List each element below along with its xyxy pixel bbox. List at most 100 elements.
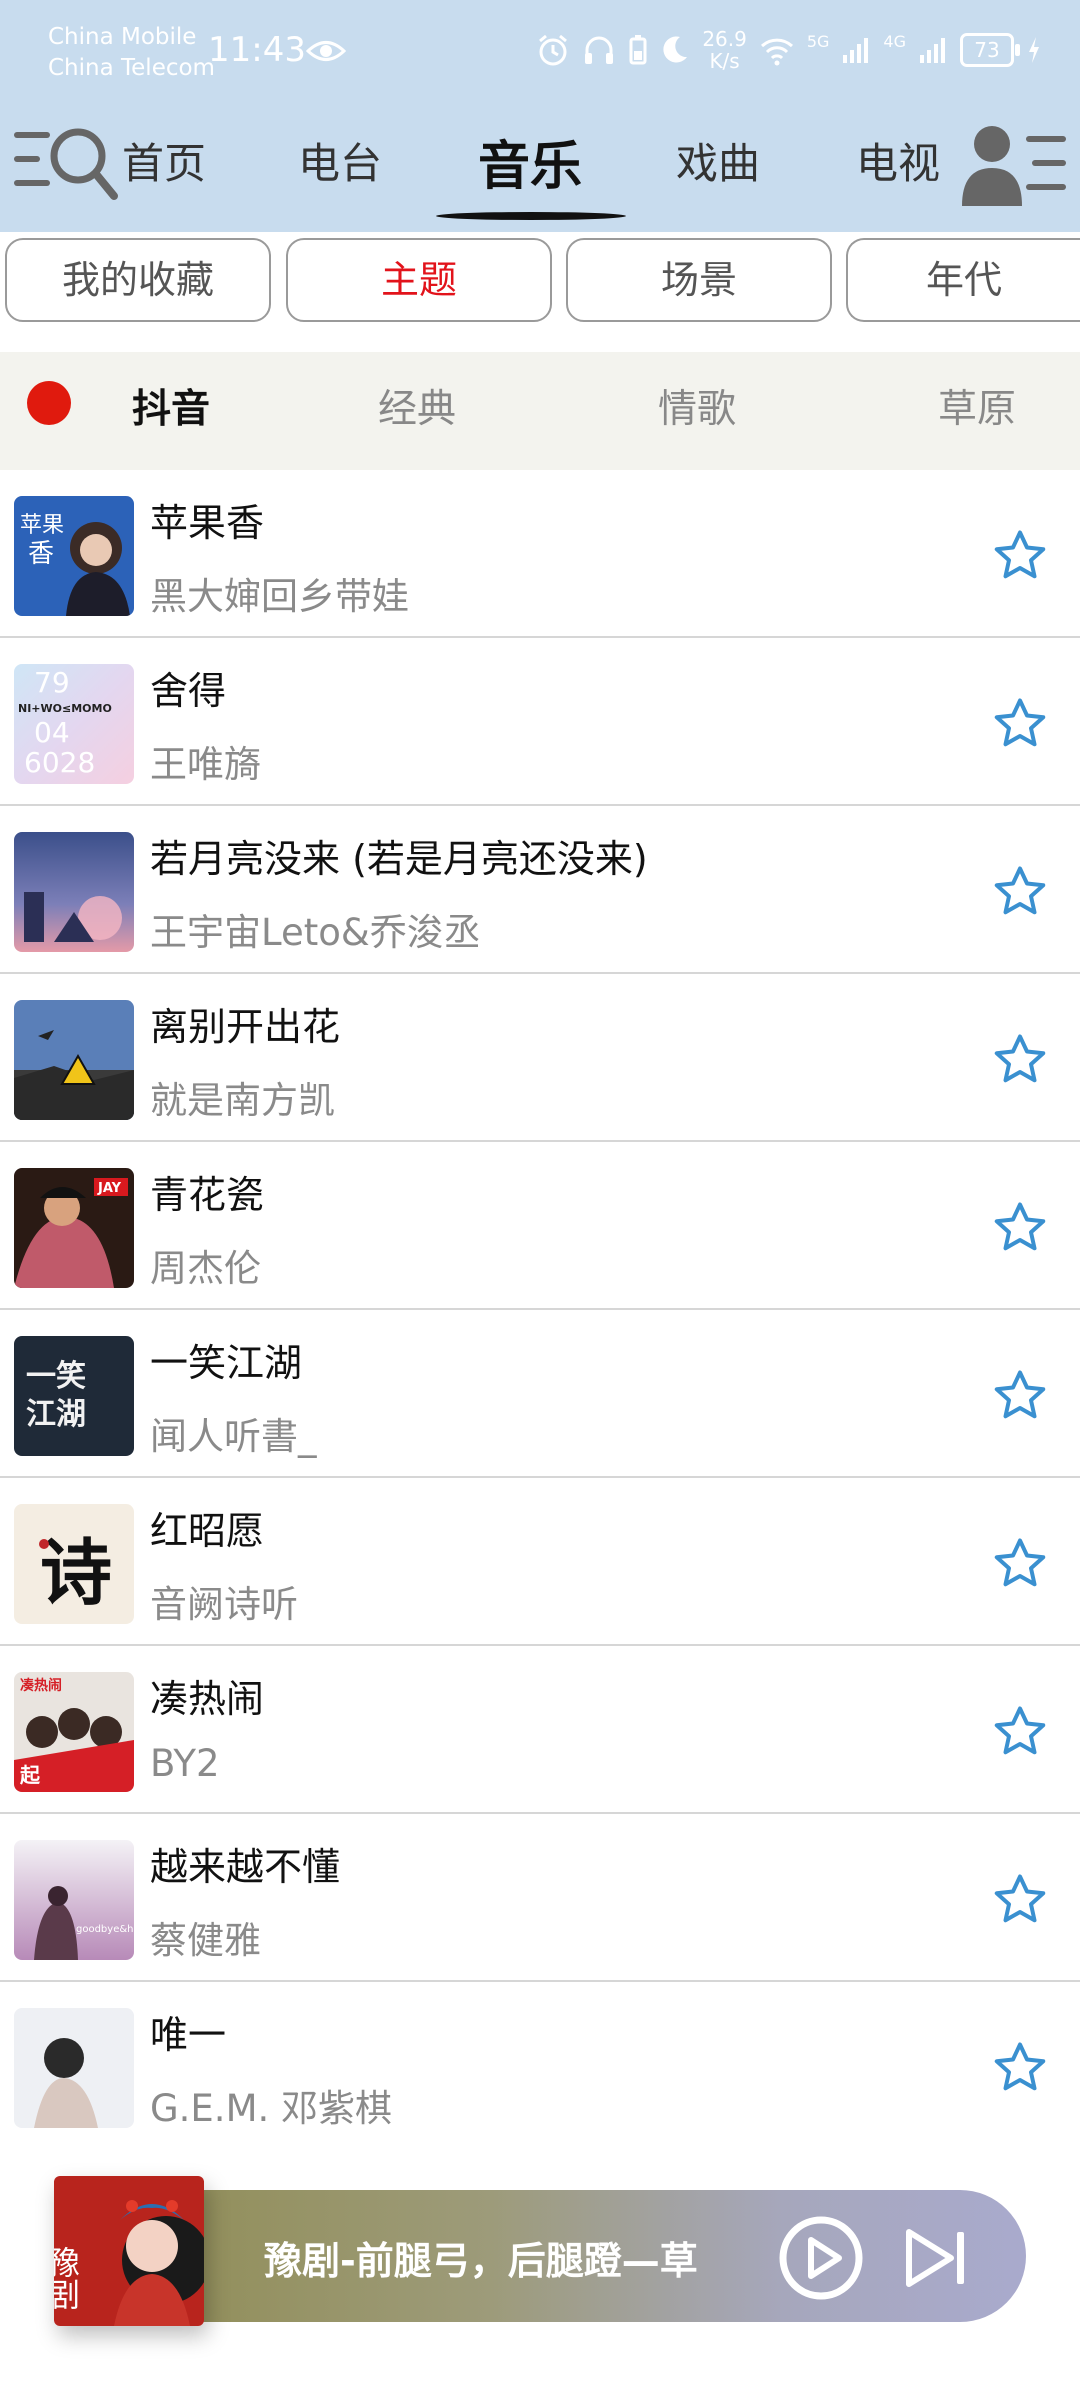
favorite-star-icon[interactable] [990,1702,1050,1762]
cover-text: 04 [34,716,70,749]
alarm-icon [539,34,568,66]
song-row[interactable]: 79 NI+WO≤MOMO 04 6028 舍得 王唯旖 [0,638,1080,806]
song-title: 一笑江湖 [150,1341,303,1385]
signal-icon [920,38,945,63]
song-title: 苹果香 [150,501,265,545]
album-cover: 一笑 江湖 [14,1336,134,1456]
cover-text: 凑热闹 [20,1677,62,1694]
song-row[interactable]: JAY 青花瓷 周杰伦 [0,1142,1080,1310]
signal-icon [843,38,869,63]
album-cover: 苹果 香 [14,496,134,616]
song-artist: 音阙诗听 [150,1583,298,1626]
cover-text: 香 [28,539,54,569]
song-artist: 黑大婶回乡带娃 [150,575,409,618]
network-type-1: 5G [806,32,830,51]
cover-text: goodbye&hello [76,1924,134,1935]
album-cover: 79 NI+WO≤MOMO 04 6028 [14,664,134,784]
active-topic-dot [27,381,71,425]
cover-text: 豫剧 [54,2246,81,2310]
song-artist: 王唯旖 [150,743,261,786]
network-speed: 26.9 K/s [702,28,747,72]
cover-text: NI+WO≤MOMO [18,702,112,715]
favorite-star-icon[interactable] [990,526,1050,586]
wifi-icon [760,38,793,66]
favorite-star-icon[interactable] [990,1366,1050,1426]
song-row[interactable]: 诗 红昭愿 音阙诗听 [0,1478,1080,1646]
subtab-scenes[interactable]: 场景 [566,238,832,322]
song-row[interactable]: 离别开出花 就是南方凯 [0,974,1080,1142]
album-cover [14,832,134,952]
carrier-2: China Telecom [48,55,215,81]
status-bar: China Mobile China Telecom 11:43 26.9 K/… [0,0,1080,108]
tab-opera[interactable]: 戏曲 [676,130,760,191]
song-list: 苹果 香 苹果香 黑大婶回乡带娃 79 NI+WO≤MOMO 04 6028 舍… [0,470,1080,2128]
song-artist: G.E.M. 邓紫棋 [150,2087,393,2128]
status-icons: 26.9 K/s 5G 4G 73 [536,26,1042,74]
topic-classic[interactable]: 经典 [378,378,456,434]
tab-tv[interactable]: 电视 [856,130,940,191]
song-title: 青花瓷 [150,1173,265,1217]
favorite-star-icon[interactable] [990,1534,1050,1594]
speed-unit: K/s [709,49,740,73]
headphones-icon [585,36,614,64]
song-row[interactable]: goodbye&hello 越来越不懂 蔡健雅 [0,1814,1080,1982]
favorite-star-icon[interactable] [990,694,1050,754]
topic-grassland[interactable]: 草原 [938,378,1016,434]
tab-home[interactable]: 首页 [122,130,206,191]
song-row[interactable]: 苹果 香 苹果香 黑大婶回乡带娃 [0,470,1080,638]
cover-text: 起 [19,1763,41,1787]
active-tab-indicator [436,212,626,220]
album-cover: goodbye&hello [14,1840,134,1960]
song-row[interactable]: 凑热闹 起 凑热闹 BY2 [0,1646,1080,1814]
song-row[interactable]: 若月亮没来 (若是月亮还没来) 王宇宙Leto&乔浚丞 [0,806,1080,974]
cover-text: JAY [97,1181,122,1196]
eye-icon [306,41,346,61]
carrier-1: China Mobile [48,24,197,50]
next-track-icon[interactable] [899,2220,975,2296]
album-cover: 凑热闹 起 [14,1672,134,1792]
subtab-favorites[interactable]: 我的收藏 [5,238,271,322]
tab-music[interactable]: 音乐 [478,124,582,199]
mini-player[interactable]: 豫剧 豫剧-前腿弓，后腿蹬—草 [54,2176,1026,2326]
now-playing-cover: 豫剧 [54,2176,204,2326]
song-row[interactable]: 一笑 江湖 一笑江湖 闻人听書_ [0,1310,1080,1478]
song-title: 唯一 [150,2013,227,2057]
charging-icon [1029,37,1039,63]
cover-text: 诗 [40,1530,112,1615]
status-time: 11:43 [208,30,306,70]
favorite-star-icon[interactable] [990,862,1050,922]
favorite-star-icon[interactable] [990,1198,1050,1258]
song-title: 舍得 [150,669,227,713]
menu-search-icon[interactable] [12,118,122,210]
subtab-eras[interactable]: 年代 [846,238,1080,322]
song-row[interactable]: 唯一 G.E.M. 邓紫棋 [0,1982,1080,2128]
song-title: 越来越不懂 [150,1845,341,1889]
favorite-star-icon[interactable] [990,2038,1050,2098]
cover-text: 79 [34,666,70,699]
subtab-themes[interactable]: 主题 [286,238,552,322]
song-artist: 闻人听書_ [150,1415,317,1458]
play-icon[interactable] [777,2214,865,2302]
battery-indicator: 73 [960,33,1020,67]
song-title: 离别开出花 [150,1005,341,1049]
user-menu-icon[interactable] [960,118,1070,210]
speed-value: 26.9 [702,27,747,51]
topic-love-songs[interactable]: 情歌 [658,378,736,434]
favorite-star-icon[interactable] [990,1870,1050,1930]
header: China Mobile China Telecom 11:43 26.9 K/… [0,0,1080,232]
network-type-2: 4G [883,32,906,51]
song-title: 凑热闹 [150,1677,265,1721]
favorite-star-icon[interactable] [990,1030,1050,1090]
topic-douyin[interactable]: 抖音 [132,378,210,434]
tab-radio[interactable]: 电台 [298,130,382,191]
cover-text: 苹果 [20,513,64,538]
album-cover: JAY [14,1168,134,1288]
song-artist: 蔡健雅 [150,1919,261,1962]
now-playing-title: 豫剧-前腿弓，后腿蹬—草 [264,2239,698,2283]
song-title: 红昭愿 [150,1509,265,1553]
song-artist: 周杰伦 [150,1247,261,1290]
sub-tabs: 我的收藏 主题 场景 年代 [0,232,1080,338]
song-artist: BY2 [150,1742,220,1785]
battery-saver-icon [629,35,647,65]
song-title: 若月亮没来 (若是月亮还没来) [150,837,648,881]
